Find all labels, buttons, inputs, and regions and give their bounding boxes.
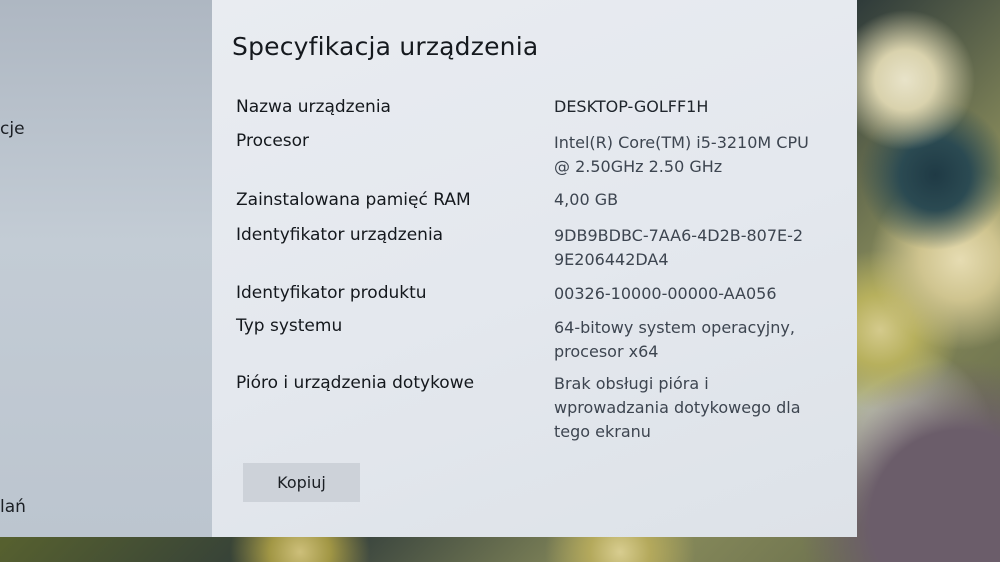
- nav-item-partial-bottom[interactable]: lań: [0, 497, 26, 517]
- product-id-value: 00326-10000-00000-AA056: [554, 284, 777, 303]
- system-type-value: 64-bitowy system operacyjny, procesor x6…: [554, 318, 795, 361]
- section-title: Specyfikacja urządzenia: [232, 32, 539, 61]
- copy-button[interactable]: Kopiuj: [243, 463, 360, 502]
- device-id-label: Identyfikator urządzenia: [236, 225, 444, 245]
- device-name-value: DESKTOP-GOLFF1H: [554, 97, 709, 116]
- system-type-label: Typ systemu: [236, 316, 343, 336]
- nav-item-partial-top[interactable]: cje: [0, 119, 25, 139]
- processor-value: Intel(R) Core(TM) i5-3210M CPU @ 2.50GHz…: [554, 133, 809, 176]
- pen-touch-label: Pióro i urządzenia dotykowe: [236, 373, 475, 393]
- device-name-label: Nazwa urządzenia: [236, 97, 391, 117]
- installed-ram-value: 4,00 GB: [554, 190, 619, 209]
- installed-ram-label: Zainstalowana pamięć RAM: [236, 190, 471, 210]
- settings-navigation-pane: cje lań: [0, 0, 212, 537]
- pen-touch-value: Brak obsługi pióra i wprowadzania dotyko…: [554, 374, 801, 441]
- product-id-label: Identyfikator produktu: [236, 283, 427, 303]
- device-specifications-panel: Specyfikacja urządzenia Nazwa urządzenia…: [212, 0, 857, 537]
- device-id-value: 9DB9BDBC-7AA6-4D2B-807E-29E206442DA4: [554, 226, 804, 269]
- processor-label: Procesor: [236, 131, 310, 151]
